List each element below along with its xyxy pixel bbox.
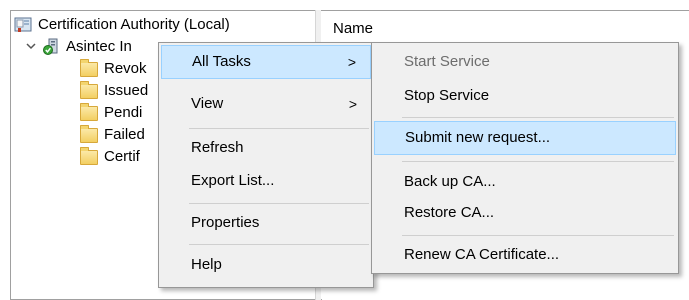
submenu-item-stop-service[interactable]: Stop Service: [374, 79, 676, 113]
menu-item-label: Submit new request...: [405, 129, 551, 146]
tree-folder-label: Issued: [104, 82, 149, 99]
menu-item-view[interactable]: View >: [161, 87, 371, 121]
context-menu: All Tasks > View > Refresh Export List..…: [158, 42, 374, 288]
menu-separator: [189, 203, 369, 204]
certification-authority-icon: [14, 16, 32, 34]
tree-folder-label: Failed: [104, 126, 145, 143]
folder-icon: [80, 81, 98, 99]
menu-item-label: All Tasks: [192, 53, 251, 70]
submenu-arrow-icon: >: [347, 54, 356, 70]
folder-icon: [80, 59, 98, 77]
tree-folder-label: Pendi: [104, 104, 143, 121]
submenu-item-back-up-ca[interactable]: Back up CA...: [374, 165, 676, 199]
menu-item-label: Start Service: [404, 53, 490, 70]
menu-separator: [402, 117, 674, 118]
tree-node-ca[interactable]: Asintec In: [26, 36, 170, 58]
submenu-item-submit-new-request[interactable]: Submit new request...: [374, 121, 676, 155]
folder-icon: [80, 125, 98, 143]
tree-root-certification-authority[interactable]: Certification Authority (Local): [14, 14, 314, 36]
menu-item-label: Stop Service: [404, 87, 490, 104]
tree-folder-label: Revok: [104, 60, 147, 77]
menu-item-all-tasks[interactable]: All Tasks >: [161, 45, 371, 79]
menu-item-label: Refresh: [191, 139, 244, 156]
menu-item-label: Properties: [191, 214, 260, 231]
menu-item-label: Renew CA Certificate...: [404, 246, 560, 263]
ca-server-icon: [42, 38, 60, 56]
all-tasks-submenu: Start Service Stop Service Submit new re…: [371, 42, 679, 274]
menu-item-label: Help: [191, 256, 222, 273]
menu-item-export-list[interactable]: Export List...: [161, 164, 371, 198]
chevron-down-icon[interactable]: [24, 36, 38, 58]
menu-item-label: Back up CA...: [404, 173, 496, 190]
menu-separator: [402, 235, 674, 236]
menu-item-label: Export List...: [191, 172, 275, 189]
submenu-item-start-service: Start Service: [374, 45, 676, 79]
folder-icon: [80, 147, 98, 165]
menu-item-label: Restore CA...: [404, 204, 495, 221]
submenu-item-renew-ca-certificate[interactable]: Renew CA Certificate...: [374, 238, 676, 272]
folder-icon: [80, 103, 98, 121]
menu-separator: [189, 244, 369, 245]
tree-ca-label: Asintec In: [66, 38, 132, 55]
submenu-arrow-icon: >: [348, 96, 357, 112]
tree-root-label: Certification Authority (Local): [38, 16, 230, 33]
submenu-item-restore-ca[interactable]: Restore CA...: [374, 196, 676, 230]
menu-separator: [402, 161, 674, 162]
menu-item-help[interactable]: Help: [161, 248, 371, 282]
menu-item-properties[interactable]: Properties: [161, 206, 371, 240]
menu-item-label: View: [191, 95, 224, 112]
menu-separator: [189, 128, 369, 129]
tree-folder-label: Certif: [104, 148, 140, 165]
name-column-header[interactable]: Name: [321, 16, 413, 42]
menu-item-refresh[interactable]: Refresh: [161, 131, 371, 165]
mmc-window: Name Certification Authority (Local) Asi…: [0, 0, 689, 300]
